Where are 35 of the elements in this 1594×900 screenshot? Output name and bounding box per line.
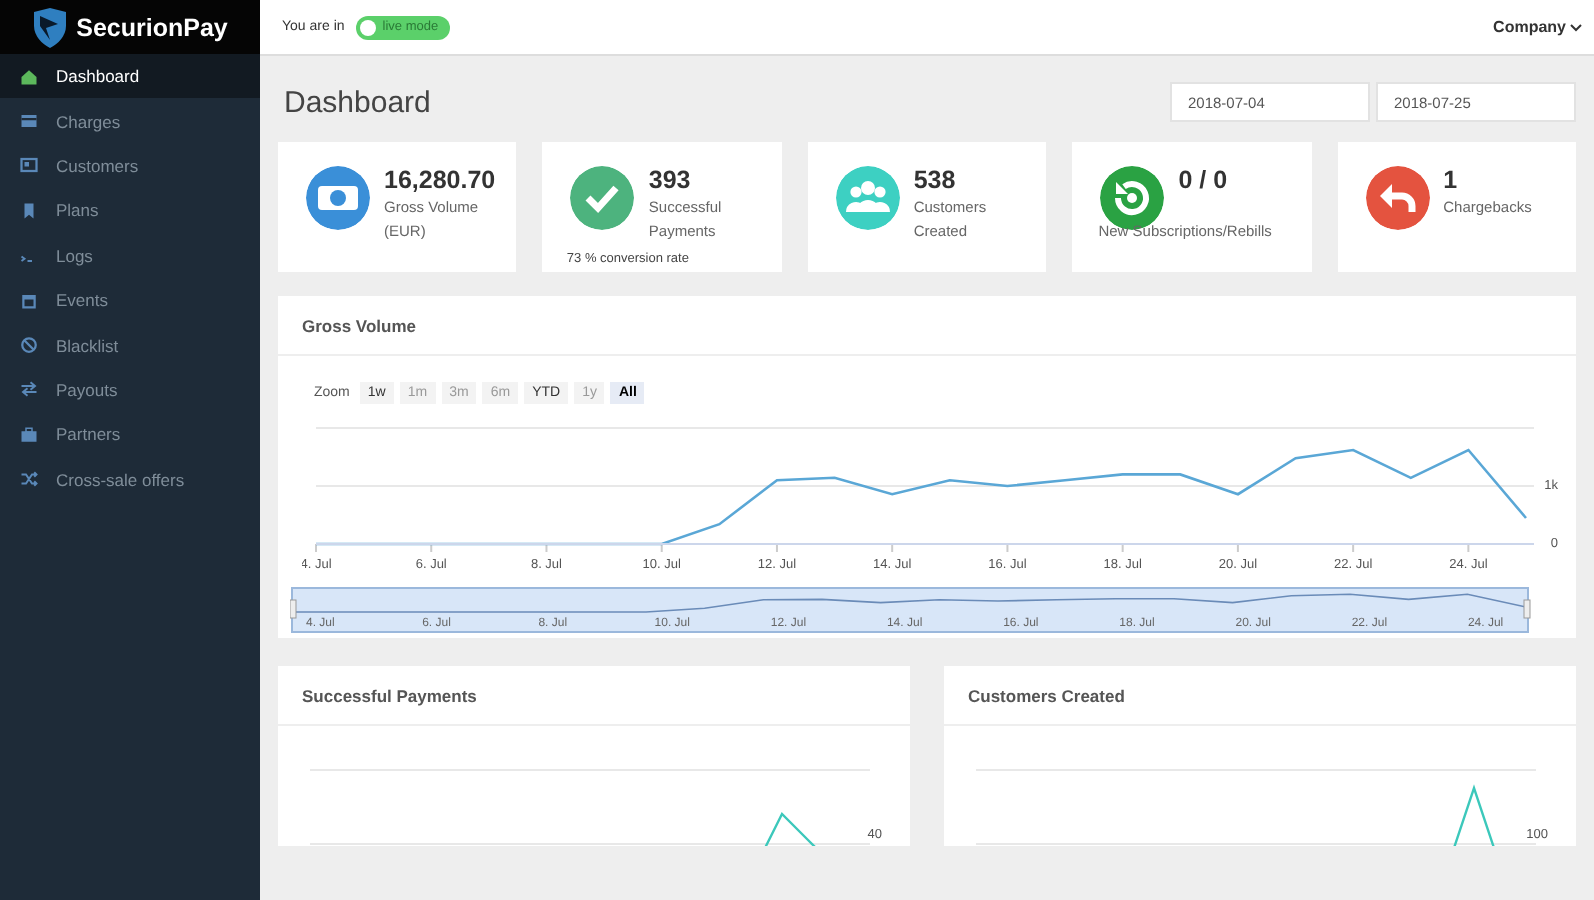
sidebar-item[interactable]: Partners <box>0 412 260 458</box>
range-handle[interactable] <box>290 599 297 619</box>
sidebar-item[interactable]: Plans <box>0 188 260 234</box>
shield-logo-icon <box>32 7 69 47</box>
page-title: Dashboard <box>284 85 433 119</box>
range-navigator[interactable] <box>291 587 1529 633</box>
panel-title: Successful Payments <box>278 666 910 726</box>
stat-value: 0 / 0 <box>1178 166 1230 194</box>
account-menu[interactable]: Company <box>1493 18 1582 36</box>
sidebar-item[interactable]: Charges <box>0 98 260 144</box>
stat-value: 16,280.70 <box>384 166 498 194</box>
stat-value: 393 <box>648 166 693 194</box>
card-icon <box>20 112 38 131</box>
sidebar-item[interactable]: Logs <box>0 233 260 278</box>
transfer-icon <box>20 380 38 399</box>
shuffle-icon <box>20 470 38 489</box>
panel-title: Gross Volume <box>278 296 1576 356</box>
bookmark-icon <box>20 201 38 220</box>
sidebar-item[interactable]: Payouts <box>0 367 260 413</box>
sidebar-item[interactable]: Cross-sale offers <box>0 457 260 502</box>
sidebar-item[interactable]: Events <box>0 277 260 323</box>
brand-name: SecurionPay <box>76 13 228 41</box>
sidebar-item[interactable]: Customers <box>0 143 260 189</box>
calendar-icon <box>20 291 38 310</box>
home-icon <box>20 67 38 86</box>
stat-value: 538 <box>913 166 958 194</box>
sidebar-item[interactable]: Blacklist <box>0 322 260 368</box>
stat-value: 1 <box>1443 166 1460 194</box>
chevron-down-icon <box>1570 23 1582 31</box>
blocked-icon <box>20 336 38 355</box>
range-handle[interactable] <box>1523 599 1531 619</box>
briefcase-icon <box>20 425 38 444</box>
id-card-icon <box>20 156 38 175</box>
panel-title: Customers Created <box>944 666 1576 726</box>
sidebar-item[interactable]: Dashboard <box>0 54 260 99</box>
